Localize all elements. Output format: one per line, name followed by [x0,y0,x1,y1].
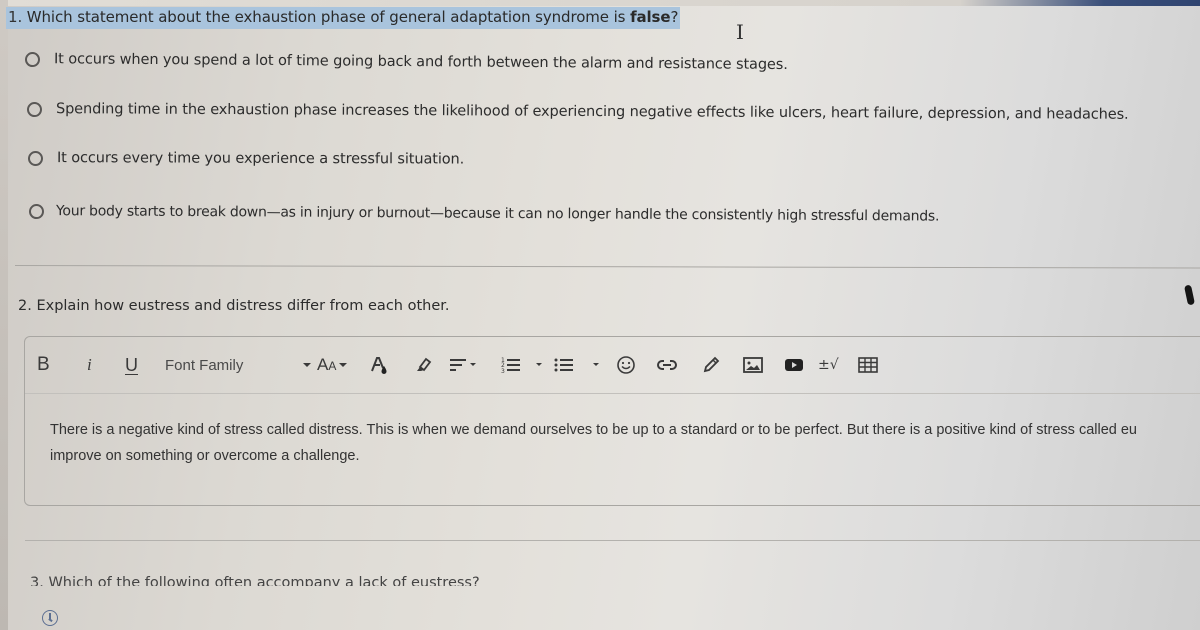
ordered-list-dropdown[interactable]: 1 2 3 [500,354,546,376]
link-button[interactable] [656,354,678,376]
radio-button[interactable] [28,203,45,219]
insert-table-button[interactable] [857,354,879,376]
chevron-down-icon [303,363,311,367]
clock-icon [42,610,58,626]
text-color-icon [371,357,387,374]
radio-button[interactable] [24,51,41,67]
question-1-emphasis: false [630,8,671,26]
question-1-number: 1. [8,8,23,26]
table-icon [858,357,878,373]
mouse-pointer-icon [1183,284,1196,306]
ordered-list-icon: 1 2 3 [501,357,542,375]
question-3-text: Which of the following often accompany a… [48,575,480,591]
question-3-number: 3. [30,575,44,591]
answer-option[interactable]: It occurs when you spend a lot of time g… [24,51,788,73]
question-2-text: Explain how eustress and distress differ… [36,298,450,314]
question-2-prompt: 2. Explain how eustress and distress dif… [18,298,450,314]
emoji-button[interactable] [616,354,636,376]
italic-button[interactable]: i [87,354,92,376]
link-icon [657,360,677,370]
font-family-label: Font Family [165,356,244,374]
selected-text-highlight[interactable]: 1. Which statement about the exhaustion … [6,7,681,29]
radio-button[interactable] [26,101,43,117]
screen-left-edge [0,0,8,630]
insert-image-button[interactable] [742,354,764,376]
pencil-icon [703,356,720,373]
essay-answer-line: improve on something or overcome a chall… [50,448,360,464]
bullet-list-icon [554,358,599,372]
math-equation-button[interactable]: ±√ [818,354,839,376]
answer-option-label: Your body starts to break down—as in inj… [55,203,940,225]
question-1-text: Which statement about the exhaustion pha… [26,8,631,26]
question-divider [25,540,1200,541]
answer-option[interactable]: It occurs every time you experience a st… [27,150,465,168]
question-1-prompt: 1. Which statement about the exhaustion … [6,7,681,29]
highlight-icon [417,357,432,372]
video-icon [785,359,803,371]
insert-video-button[interactable] [783,354,805,376]
screen-top-edge [0,0,1200,6]
answer-option-label: It occurs when you spend a lot of time g… [53,51,788,73]
essay-answer-line: There is a negative kind of stress calle… [50,422,1137,438]
align-dropdown[interactable] [448,354,480,376]
draw-button[interactable] [701,354,721,376]
chevron-down-icon [339,363,348,367]
align-icon [450,359,476,371]
image-icon [743,357,763,373]
font-size-icon: AA [317,355,336,375]
rich-text-editor[interactable]: B i U Font Family AA 1 2 3 ±√ There is a… [24,336,1200,506]
radio-button[interactable] [27,150,44,166]
highlight-button[interactable] [413,354,433,376]
font-size-small-glyph: A [328,359,337,373]
answer-option-label: Spending time in the exhaustion phase in… [55,101,1129,123]
answer-option[interactable]: Spending time in the exhaustion phase in… [26,101,1129,123]
emoji-icon [617,356,635,374]
i-beam-cursor-icon: I [736,20,744,44]
question-divider [14,265,1200,269]
text-color-button[interactable] [369,354,389,376]
editor-toolbar: B i U Font Family AA 1 2 3 ±√ [25,337,1200,394]
essay-answer-text[interactable]: There is a negative kind of stress calle… [50,417,1200,469]
question-1-punct: ? [670,8,679,26]
font-size-dropdown[interactable]: AA [317,354,348,376]
question-2-number: 2. [18,298,32,314]
answer-option-label: It occurs every time you experience a st… [56,150,465,168]
bullet-list-dropdown[interactable] [553,354,603,376]
font-family-dropdown[interactable]: Font Family [165,354,325,376]
question-3-prompt: 3. Which of the following often accompan… [30,575,480,591]
answer-option[interactable]: Your body starts to break down—as in inj… [28,203,940,225]
bold-button[interactable]: B [37,354,50,376]
font-size-large-glyph: A [317,355,329,374]
svg-text:3: 3 [501,368,505,375]
underline-button[interactable]: U [125,354,138,376]
